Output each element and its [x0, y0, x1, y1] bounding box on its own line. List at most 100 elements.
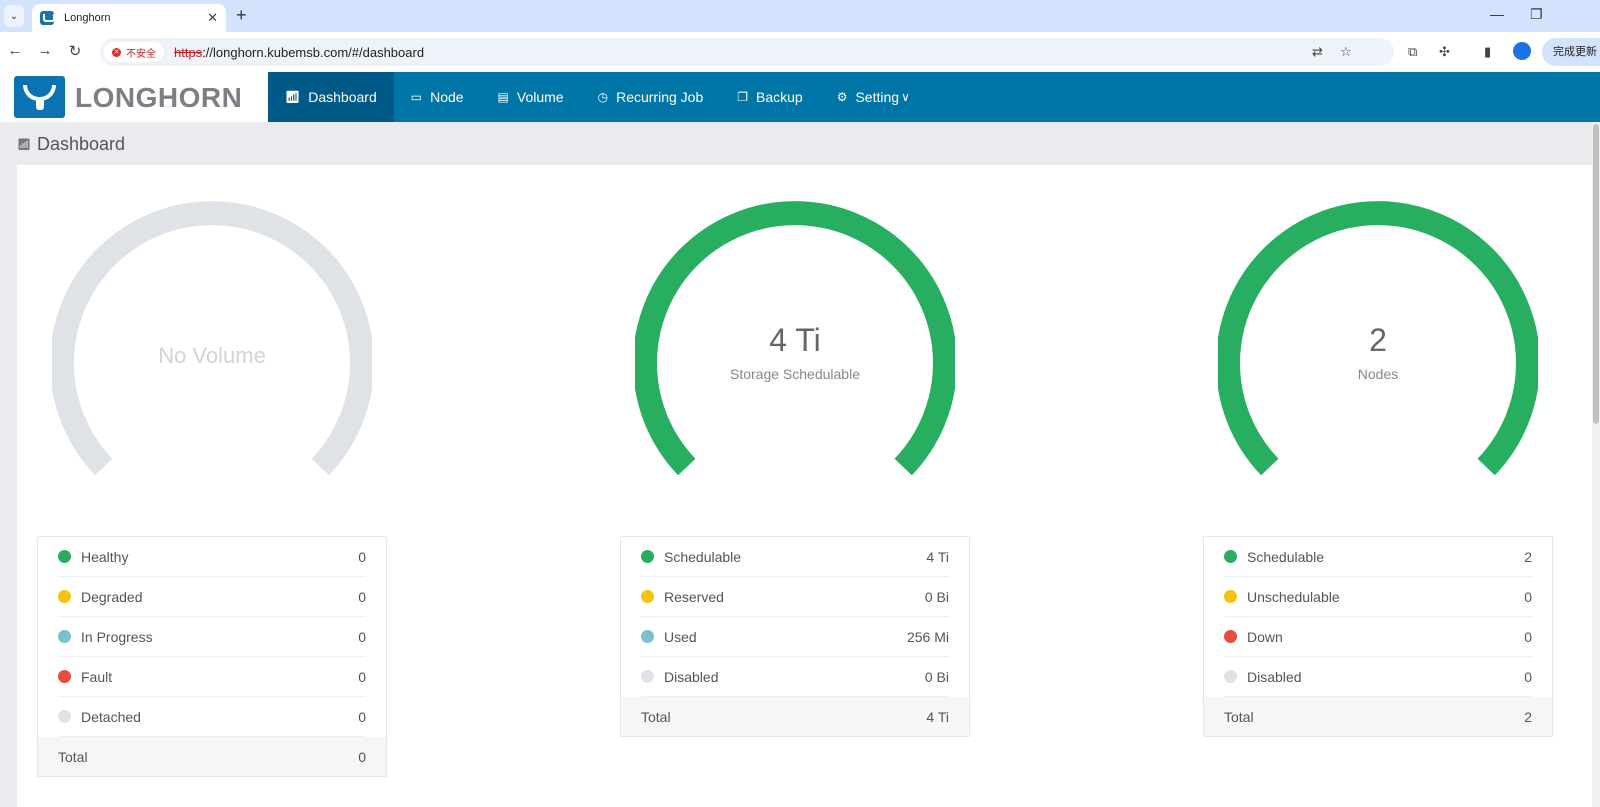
nav-label: Setting [855, 89, 900, 105]
stat-value: 0 Bi [924, 668, 949, 685]
nav-backup[interactable]: ❐ Backup [720, 72, 819, 122]
total-label: Total [641, 708, 671, 725]
volume-stat-row[interactable]: In Progress 0 [58, 617, 366, 657]
insecure-warning-icon: ✕ [112, 47, 121, 57]
reload-icon[interactable]: ↻ [66, 42, 84, 60]
volume-stat-row[interactable]: Fault 0 [58, 657, 366, 697]
nodes-gauge-value: 2 [1369, 322, 1387, 358]
nav-dashboard[interactable]: 📶︎ Dashboard [268, 72, 394, 122]
extensions-puzzle-icon[interactable]: ✣ [1439, 44, 1450, 60]
status-dot-icon [641, 670, 654, 683]
volume-total-row: Total 0 [38, 737, 386, 776]
storage-gauge-value: 4 Ti [769, 322, 821, 358]
stat-value: 0 [1524, 668, 1532, 685]
nodes-stat-row[interactable]: Unschedulable 0 [1224, 577, 1532, 617]
stat-label: Reserved [664, 588, 724, 605]
document-icon: ▤ [497, 90, 509, 104]
logo[interactable]: LONGHORN [0, 72, 268, 122]
stat-label: Schedulable [1247, 548, 1325, 565]
gear-icon: ⚙ [836, 90, 848, 104]
main-nav: 📶︎ Dashboard ▭ Node ▤ Volume ◷ Recurring… [268, 72, 927, 122]
profile-switch-icon[interactable]: ⧉ [1408, 44, 1417, 60]
status-dot-icon [1224, 630, 1237, 643]
storage-stat-row[interactable]: Reserved 0 Bi [641, 577, 949, 617]
stat-label: Down [1247, 628, 1283, 645]
bookmark-star-icon[interactable]: ☆ [1340, 44, 1352, 60]
browser-tab-strip: ⌄ Longhorn ✕ + — ❐ [0, 0, 1600, 32]
address-bar[interactable]: ✕ 不安全 https://longhorn.kubemsb.com/#/das… [100, 38, 1394, 66]
nav-label: Volume [516, 89, 564, 105]
laptop-icon: ▭ [410, 90, 423, 104]
stat-value: 0 [358, 548, 366, 565]
stat-value: 0 [1524, 628, 1532, 645]
security-chip[interactable]: ✕ 不安全 [104, 42, 164, 62]
nav-label: Node [430, 89, 464, 105]
stat-label: Degraded [81, 588, 143, 605]
storage-stat-row[interactable]: Schedulable 4 Ti [641, 537, 949, 577]
volume-stat-row[interactable]: Degraded 0 [58, 577, 366, 617]
nodes-stat-row[interactable]: Down 0 [1224, 617, 1532, 657]
storage-gauge-label: Storage Schedulable [730, 366, 860, 382]
status-dot-icon [1224, 670, 1237, 683]
status-dot-icon [641, 590, 654, 603]
stat-value: 0 [358, 708, 366, 725]
nav-label: Backup [756, 89, 803, 105]
dashboard-panel: No Volume 4 Ti Storage Schedulable 2 Nod… [17, 165, 1599, 807]
status-dot-icon [1224, 590, 1237, 603]
status-dot-icon [641, 550, 654, 563]
status-dot-icon [58, 630, 71, 643]
total-value: 4 Ti [926, 708, 949, 725]
forward-arrow-icon[interactable]: → [36, 42, 54, 59]
volume-gauge-label: No Volume [158, 343, 266, 368]
storage-stat-row[interactable]: Disabled 0 Bi [641, 657, 949, 697]
stat-label: Disabled [1247, 668, 1302, 685]
volume-stat-row[interactable]: Healthy 0 [58, 537, 366, 577]
nodes-stats-card: Schedulable 2 Unschedulable 0 Down 0 Dis… [1203, 536, 1553, 737]
security-label: 不安全 [126, 48, 156, 60]
profile-avatar-icon[interactable] [1513, 42, 1531, 60]
new-tab-plus-icon[interactable]: + [236, 6, 247, 24]
storage-stat-row[interactable]: Used 256 Mi [641, 617, 949, 657]
nodes-stat-row[interactable]: Schedulable 2 [1224, 537, 1532, 577]
translate-icon[interactable]: ⇄ [1312, 44, 1323, 60]
minimize-icon[interactable]: — [1490, 6, 1504, 22]
nav-recurring-job[interactable]: ◷ Recurring Job [581, 72, 721, 122]
stat-label: Schedulable [664, 548, 742, 565]
url-text[interactable]: https://longhorn.kubemsb.com/#/dashboard [174, 45, 424, 60]
logo-text: LONGHORN [75, 82, 243, 113]
browser-tab[interactable]: Longhorn ✕ [32, 4, 226, 32]
tab-search-chevron-icon[interactable]: ⌄ [4, 5, 24, 27]
status-dot-icon [58, 590, 71, 603]
status-dot-icon [641, 630, 654, 643]
volume-gauge-track [52, 201, 372, 476]
stat-value: 0 [358, 588, 366, 605]
stat-label: Healthy [81, 548, 129, 565]
status-dot-icon [1224, 550, 1237, 563]
update-button[interactable]: 完成更新 [1542, 38, 1600, 66]
bar-chart-icon: 📶︎ [285, 90, 301, 104]
nodes-total-row: Total 2 [1204, 697, 1552, 736]
status-dot-icon [58, 550, 71, 563]
back-arrow-icon[interactable]: ← [6, 42, 24, 59]
longhorn-logo-icon [14, 76, 65, 118]
page-scrollbar-thumb[interactable] [1593, 124, 1599, 424]
stat-value: 0 [1524, 588, 1532, 605]
side-panel-icon[interactable]: ▮ [1484, 44, 1491, 60]
storage-total-row: Total 4 Ti [621, 697, 969, 736]
status-dot-icon [58, 670, 71, 683]
volume-stats-card: Healthy 0 Degraded 0 In Progress 0 Fault… [37, 536, 387, 777]
close-icon[interactable]: ✕ [207, 10, 218, 26]
nodes-stat-row[interactable]: Disabled 0 [1224, 657, 1532, 697]
stat-value: 0 [358, 628, 366, 645]
nav-label: Recurring Job [616, 89, 704, 105]
stat-label: In Progress [81, 628, 153, 645]
volume-stat-row[interactable]: Detached 0 [58, 697, 366, 737]
longhorn-favicon-icon [40, 11, 55, 25]
nav-volume[interactable]: ▤ Volume [481, 72, 581, 122]
total-label: Total [58, 748, 88, 765]
restore-icon[interactable]: ❐ [1530, 6, 1543, 23]
stat-value: 2 [1524, 548, 1532, 565]
nav-setting[interactable]: ⚙ Setting ∨ [820, 72, 927, 122]
nav-node[interactable]: ▭ Node [394, 72, 481, 122]
page-title: 📶︎ Dashboard [17, 134, 125, 155]
